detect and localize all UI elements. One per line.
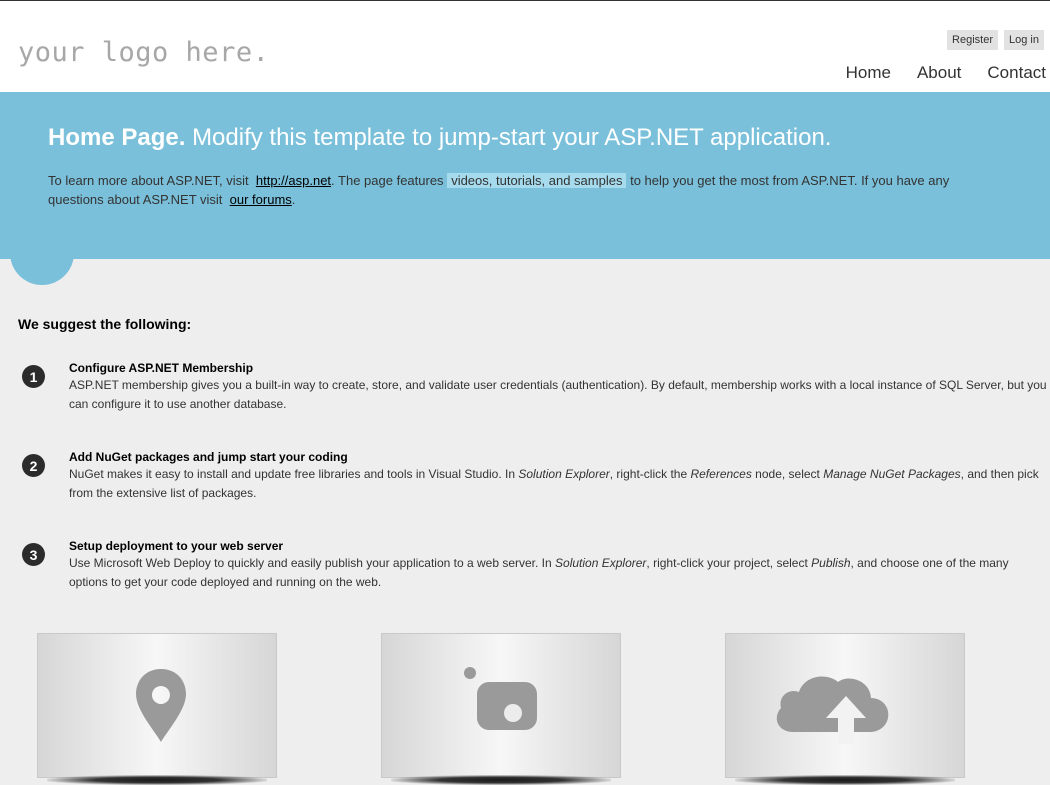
suggestions-heading: We suggest the following:	[18, 316, 192, 332]
intro-text: To learn more about ASP.NET, visit	[48, 173, 249, 188]
site-logo[interactable]: your logo here.	[18, 37, 269, 68]
step-title: Add NuGet packages and jump start your c…	[69, 450, 348, 464]
step-item: 3 Setup deployment to your web server Us…	[22, 539, 1050, 628]
nav-about[interactable]: About	[917, 63, 961, 83]
step-title: Configure ASP.NET Membership	[69, 361, 254, 375]
login-links: Register Log in	[947, 30, 1044, 50]
highlight-text: videos, tutorials, and samples	[447, 173, 627, 188]
map-pin-icon	[136, 669, 186, 742]
nav-home[interactable]: Home	[846, 63, 891, 83]
register-link[interactable]: Register	[947, 30, 999, 50]
step-text: NuGet makes it easy to install and updat…	[69, 467, 1039, 500]
login-link[interactable]: Log in	[1004, 30, 1044, 50]
step-number: 1	[22, 365, 45, 388]
step-text: ASP.NET membership gives you a built-in …	[69, 378, 1047, 411]
step-text: Use Microsoft Web Deploy to quickly and …	[69, 556, 1009, 589]
cloud-upload-icon	[776, 676, 889, 744]
asp-net-link[interactable]: http://asp.net	[256, 173, 331, 188]
banner-bubble	[10, 235, 74, 285]
title-strong: Home Page.	[48, 124, 186, 151]
step-item: 2 Add NuGet packages and jump start your…	[22, 450, 1050, 539]
intro-text: . The page features	[331, 173, 444, 188]
intro-text: .	[291, 192, 296, 207]
tile-shadow	[47, 775, 267, 785]
tile-shadow	[735, 775, 955, 785]
title-subtitle: Modify this template to jump-start your …	[192, 124, 832, 151]
step-item: 1 Configure ASP.NET Membership ASP.NET m…	[22, 361, 1050, 450]
steps-list: 1 Configure ASP.NET Membership ASP.NET m…	[22, 361, 1050, 628]
step-number: 2	[22, 454, 45, 477]
main-menu: Home About Contact	[846, 63, 1046, 83]
tile-cloud[interactable]	[725, 633, 965, 778]
page-title: Home Page. Modify this template to jump-…	[48, 124, 831, 152]
step-number: 3	[22, 543, 45, 566]
tile-map[interactable]	[37, 633, 277, 778]
tile-camera[interactable]	[381, 633, 621, 778]
nav-contact[interactable]: Contact	[987, 63, 1046, 83]
tile-shadow	[391, 775, 611, 785]
featured-intro: To learn more about ASP.NET, visit http:…	[48, 171, 1008, 209]
forums-link[interactable]: our forums	[230, 192, 292, 207]
camera-icon	[464, 667, 537, 730]
featured-banner: Home Page. Modify this template to jump-…	[0, 92, 1050, 259]
site-header: your logo here. Register Log in Home Abo…	[0, 1, 1050, 92]
step-title: Setup deployment to your web server	[69, 539, 284, 553]
